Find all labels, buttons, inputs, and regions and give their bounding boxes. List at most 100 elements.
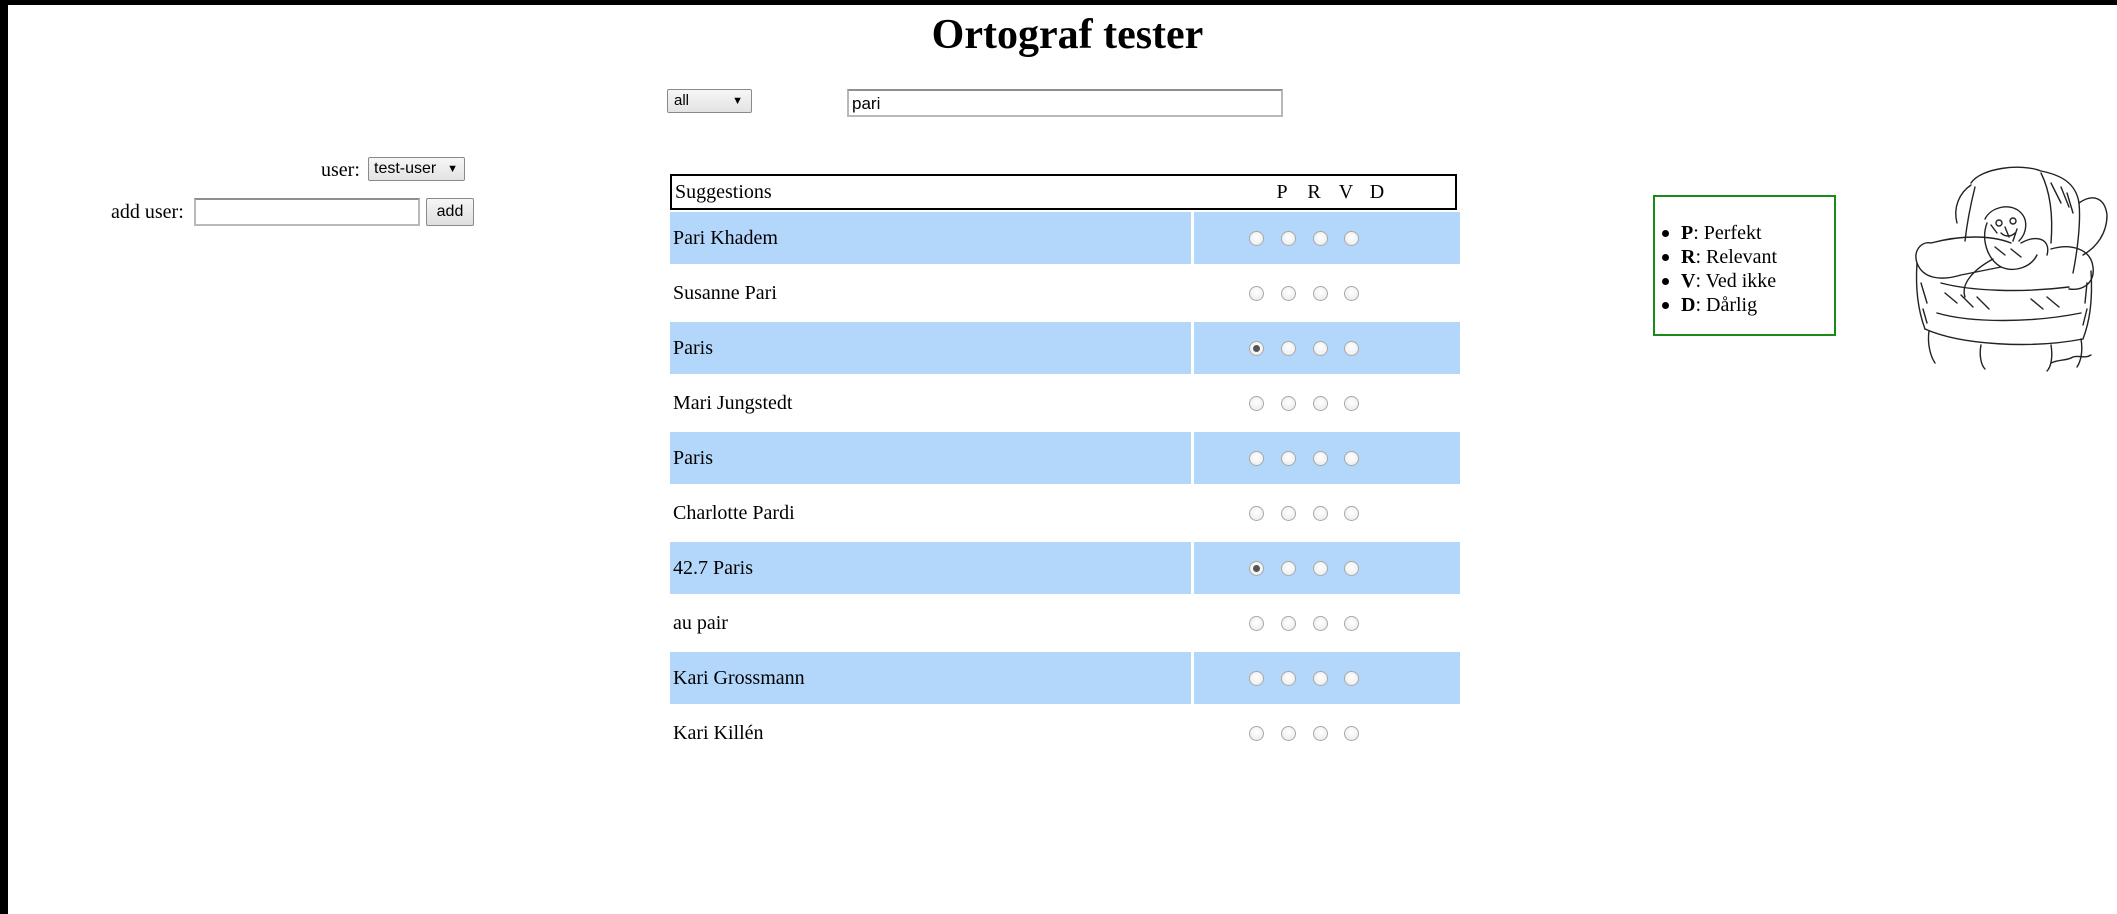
rating-radio-d[interactable] xyxy=(1344,671,1359,686)
rating-radio-r[interactable] xyxy=(1281,396,1296,411)
add-user-input[interactable] xyxy=(194,198,420,226)
rating-radio-d[interactable] xyxy=(1344,286,1359,301)
rating-radio-p[interactable] xyxy=(1249,231,1264,246)
legend-text: : Ved ikke xyxy=(1695,270,1777,292)
rating-radio-p[interactable] xyxy=(1249,506,1264,521)
table-row: Paris xyxy=(670,432,1460,484)
table-header: Suggestions P R V D xyxy=(670,174,1457,210)
rating-radio-v[interactable] xyxy=(1313,396,1328,411)
rating-cell xyxy=(1194,487,1460,539)
suggestion-name: 42.7 Paris xyxy=(670,542,1191,594)
rating-radio-p[interactable] xyxy=(1249,561,1264,576)
rating-radio-d[interactable] xyxy=(1344,616,1359,631)
rating-cell xyxy=(1194,707,1460,759)
legend-list: P: Perfekt R: Relevant V: Ved ikke D: Då… xyxy=(1661,221,1778,317)
rating-radio-d[interactable] xyxy=(1344,561,1359,576)
legend-key: R xyxy=(1681,246,1696,268)
rating-radio-r[interactable] xyxy=(1281,451,1296,466)
rating-radio-v[interactable] xyxy=(1313,561,1328,576)
user-label: user: xyxy=(321,159,360,181)
suggestion-name: Mari Jungstedt xyxy=(673,392,793,414)
rating-radio-r[interactable] xyxy=(1281,561,1296,576)
rating-radio-p[interactable] xyxy=(1249,396,1264,411)
rating-radio-d[interactable] xyxy=(1344,506,1359,521)
rating-radio-r[interactable] xyxy=(1281,616,1296,631)
column-header-r: R xyxy=(1307,181,1321,203)
table-row: Kari Killén xyxy=(670,707,1457,759)
table-row: Mari Jungstedt xyxy=(670,377,1457,429)
legend-item: D: Dårlig xyxy=(1661,293,1777,317)
rating-radio-d[interactable] xyxy=(1344,231,1359,246)
armchair-illustration xyxy=(1915,166,2108,372)
rating-radio-r[interactable] xyxy=(1281,286,1296,301)
rating-radio-p[interactable] xyxy=(1249,616,1264,631)
add-user-label: add user: xyxy=(111,201,184,223)
add-user-button[interactable]: add xyxy=(426,198,474,226)
suggestion-name: Kari Killén xyxy=(673,722,764,744)
rating-cell xyxy=(1194,652,1460,704)
rating-radio-d[interactable] xyxy=(1344,341,1359,356)
user-select[interactable]: test-user ▼ xyxy=(368,157,465,181)
rating-radio-v[interactable] xyxy=(1313,286,1328,301)
suggestion-name: Susanne Pari xyxy=(673,282,777,304)
suggestion-name: Charlotte Pardi xyxy=(673,502,795,524)
rating-radio-d[interactable] xyxy=(1344,396,1359,411)
rating-radio-p[interactable] xyxy=(1249,451,1264,466)
suggestions-list: Pari Khadem Susanne Pari Paris Mari Jungste… xyxy=(670,212,1460,762)
rating-radio-p[interactable] xyxy=(1249,671,1264,686)
rating-radio-r[interactable] xyxy=(1281,341,1296,356)
rating-cell xyxy=(1194,322,1460,374)
rating-radio-v[interactable] xyxy=(1313,671,1328,686)
legend-text: : Dårlig xyxy=(1695,294,1758,316)
rating-radio-r[interactable] xyxy=(1281,671,1296,686)
table-row: Paris xyxy=(670,322,1460,374)
rating-legend: P: Perfekt R: Relevant V: Ved ikke D: Då… xyxy=(1653,195,1836,336)
rating-cell xyxy=(1194,597,1460,649)
table-row: Pari Khadem xyxy=(670,212,1460,264)
table-row: au pair xyxy=(670,597,1457,649)
legend-item: P: Perfekt xyxy=(1661,221,1777,245)
legend-key: P xyxy=(1681,222,1694,244)
rating-radio-p[interactable] xyxy=(1249,286,1264,301)
rating-radio-d[interactable] xyxy=(1344,451,1359,466)
page-title: Ortograf tester xyxy=(931,12,1204,58)
table-row: 42.7 Paris xyxy=(670,542,1460,594)
filter-select[interactable]: all ▼ xyxy=(667,89,752,113)
table-row: Kari Grossmann xyxy=(670,652,1460,704)
rating-radio-v[interactable] xyxy=(1313,231,1328,246)
rating-radio-v[interactable] xyxy=(1313,506,1328,521)
rating-cell xyxy=(1194,432,1460,484)
legend-key: V xyxy=(1681,270,1696,292)
table-row: Charlotte Pardi xyxy=(670,487,1457,539)
rating-radio-p[interactable] xyxy=(1249,726,1264,741)
suggestion-name: Paris xyxy=(670,432,1191,484)
rating-radio-v[interactable] xyxy=(1313,341,1328,356)
rating-radio-v[interactable] xyxy=(1313,726,1328,741)
legend-key: D xyxy=(1681,294,1696,316)
rating-radio-r[interactable] xyxy=(1281,726,1296,741)
search-input[interactable]: pari xyxy=(847,89,1283,117)
column-header-p: P xyxy=(1276,181,1288,203)
rating-radio-r[interactable] xyxy=(1281,231,1296,246)
legend-text: : Relevant xyxy=(1695,246,1778,268)
rating-radio-r[interactable] xyxy=(1281,506,1296,521)
rating-radio-v[interactable] xyxy=(1313,451,1328,466)
search-input-value: pari xyxy=(852,94,881,113)
page: Ortograf tester all ▼ pari user: test-us… xyxy=(8,5,2117,914)
table-row: Susanne Pari xyxy=(670,267,1457,319)
rating-cell xyxy=(1194,212,1460,264)
column-header-v: V xyxy=(1338,181,1354,203)
suggestion-name: Paris xyxy=(670,322,1191,374)
suggestions-column-header: Suggestions xyxy=(675,181,772,203)
rating-radio-d[interactable] xyxy=(1344,726,1359,741)
legend-item: V: Ved ikke xyxy=(1661,269,1777,293)
rating-cell xyxy=(1194,377,1460,429)
rating-radio-v[interactable] xyxy=(1313,616,1328,631)
rating-cell xyxy=(1194,542,1460,594)
dropdown-arrow-icon: ▼ xyxy=(732,95,743,107)
user-select-value: test-user xyxy=(374,160,437,177)
suggestion-name: au pair xyxy=(673,612,728,634)
suggestion-name: Pari Khadem xyxy=(670,212,1191,264)
rating-radio-p[interactable] xyxy=(1249,341,1264,356)
dropdown-arrow-icon: ▼ xyxy=(447,163,458,175)
